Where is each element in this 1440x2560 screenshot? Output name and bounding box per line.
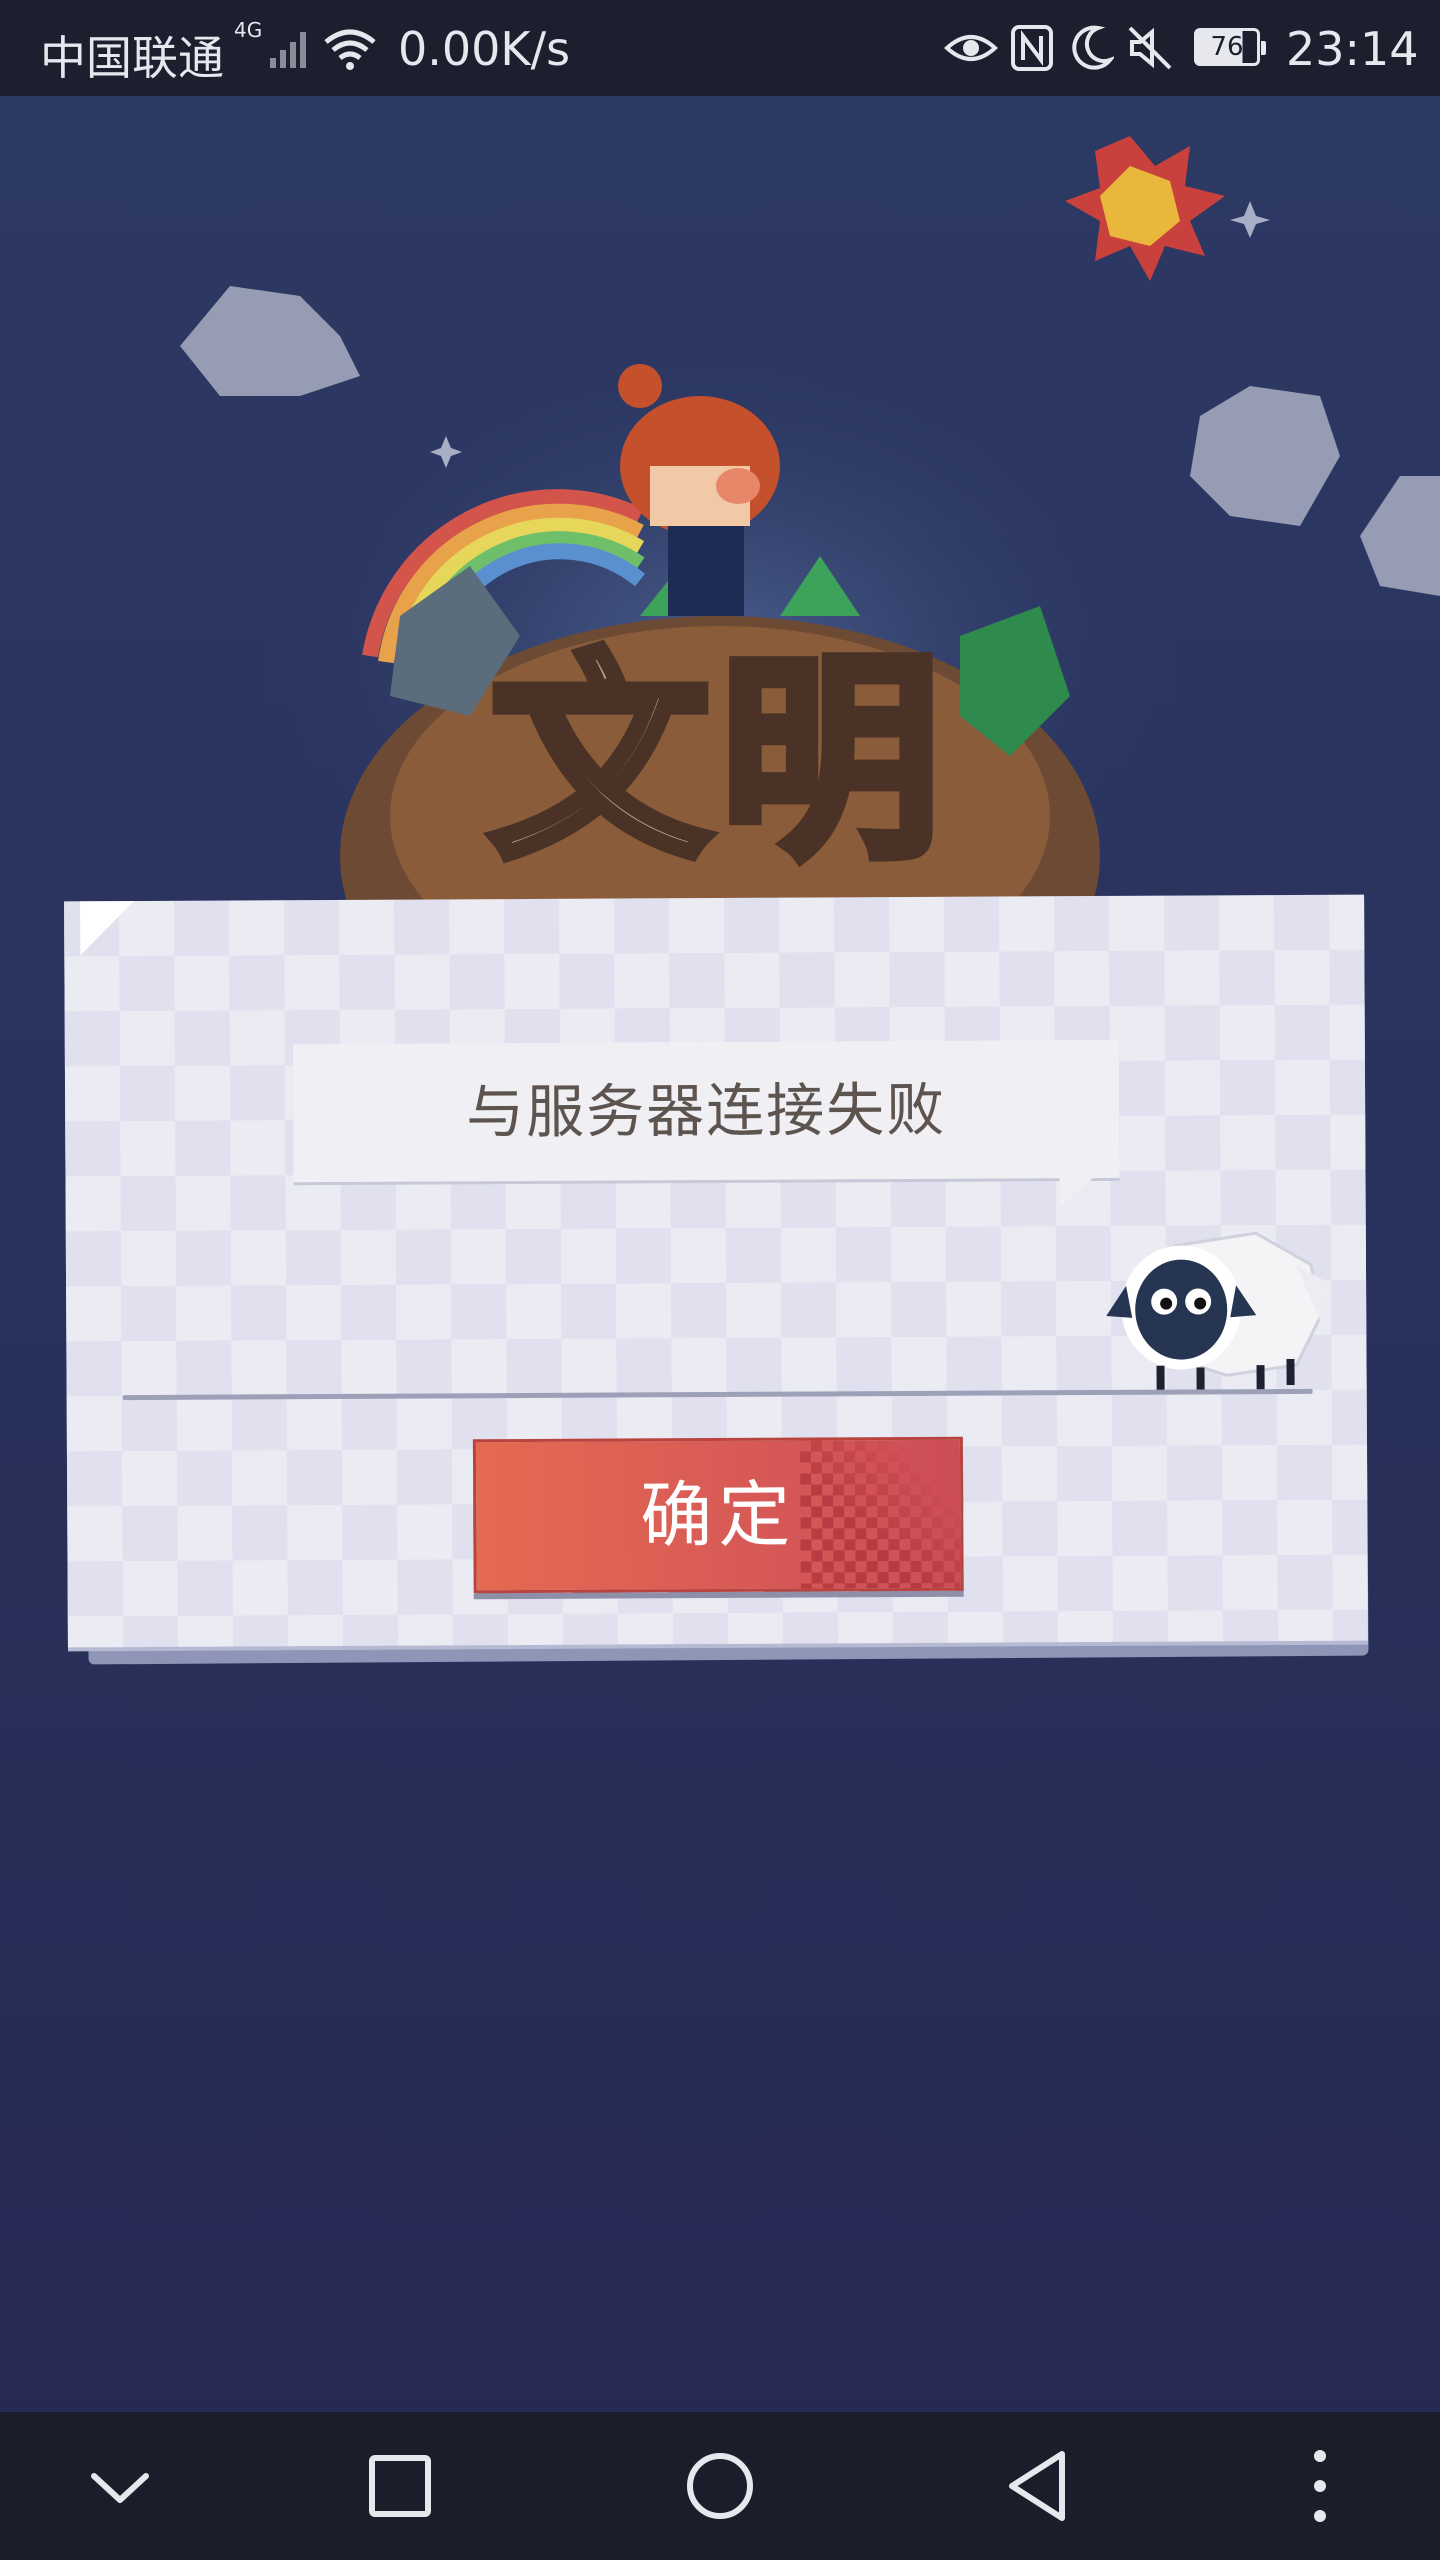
moon-icon bbox=[1072, 25, 1114, 70]
home-icon[interactable] bbox=[670, 2442, 770, 2532]
button-pixel-pattern bbox=[799, 1439, 961, 1594]
chevron-down-icon[interactable] bbox=[70, 2442, 170, 2532]
confirm-button[interactable]: 确定 bbox=[472, 1436, 964, 1594]
status-bar: 中国联通 4G 0.00K/s 76 23:14 bbox=[0, 0, 1440, 96]
signal-icon bbox=[270, 32, 306, 68]
battery-level: 76 bbox=[1210, 32, 1244, 62]
sheep-mascot-icon bbox=[1106, 1231, 1333, 1394]
game-background-art: 文明 bbox=[180, 136, 1440, 1016]
navigation-bar bbox=[0, 2412, 1440, 2560]
sun-icon bbox=[1065, 136, 1225, 281]
carrier-label: 中国联通 bbox=[40, 31, 224, 85]
recent-apps-icon[interactable] bbox=[350, 2442, 450, 2532]
paper-corner-fold bbox=[80, 901, 135, 956]
dialog-divider bbox=[122, 1388, 1313, 1401]
eye-comfort-icon bbox=[944, 35, 998, 61]
error-message: 与服务器连接失败 bbox=[292, 1039, 1120, 1183]
net-speed-label: 0.00K/s bbox=[398, 22, 571, 76]
battery-icon: 76 bbox=[1194, 28, 1266, 66]
error-dialog: 与服务器连接失败 确定 bbox=[64, 894, 1368, 1648]
more-icon[interactable] bbox=[1270, 2442, 1370, 2532]
screen: 中国联通 4G 0.00K/s 76 23:14 文明 与服务器连接失败 确定 bbox=[0, 0, 1440, 2560]
clock: 23:14 bbox=[1286, 22, 1419, 76]
network-type-label: 4G bbox=[234, 18, 263, 42]
nfc-icon bbox=[1011, 25, 1053, 71]
back-icon[interactable] bbox=[990, 2442, 1090, 2532]
mute-icon bbox=[1128, 26, 1172, 70]
game-logo-text: 文明 bbox=[490, 632, 950, 888]
wifi-icon bbox=[324, 29, 376, 70]
confirm-button-label: 确定 bbox=[640, 1472, 797, 1558]
